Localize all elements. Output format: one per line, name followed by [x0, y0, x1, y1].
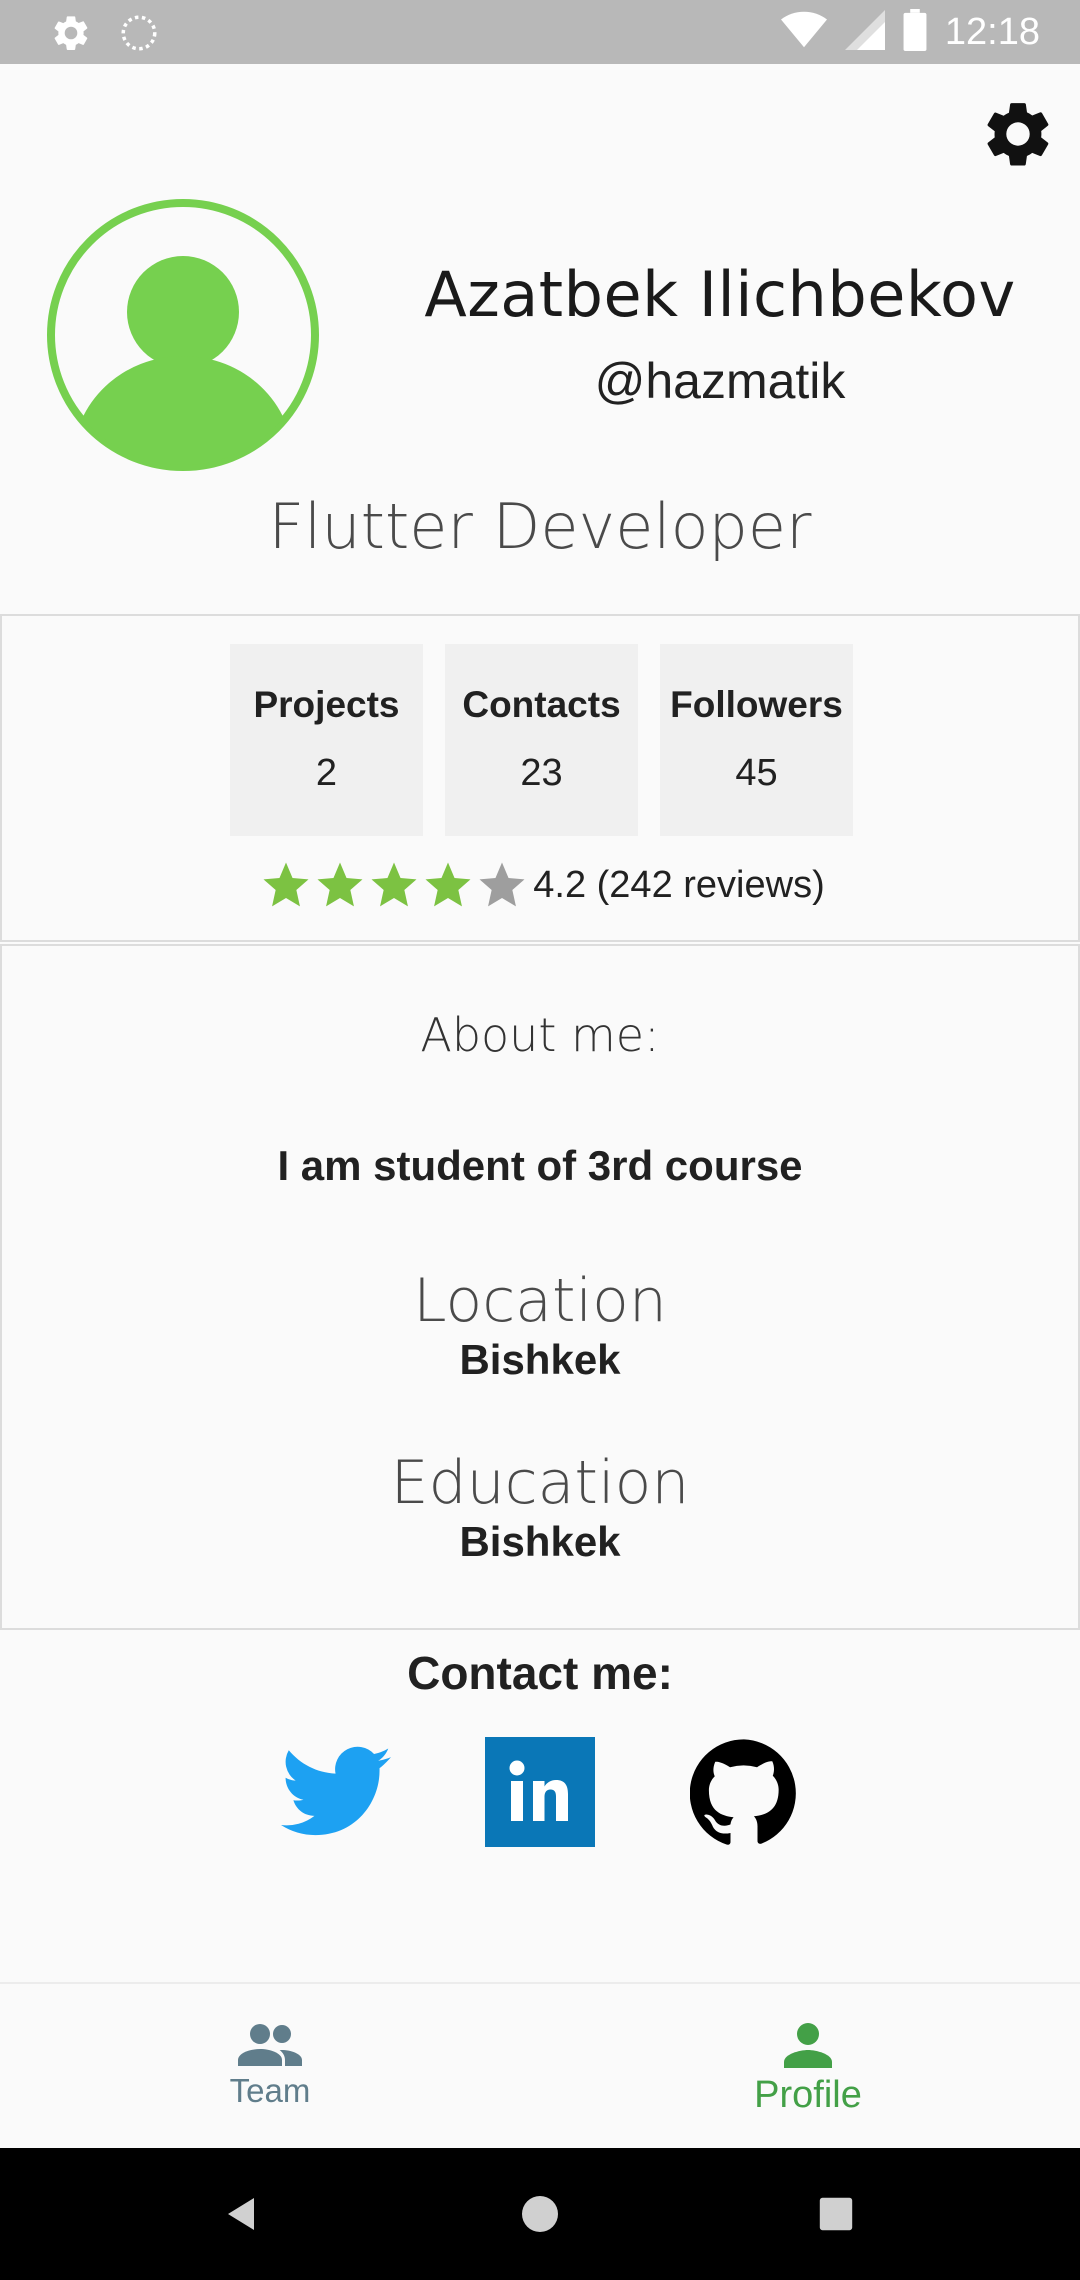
- stat-label: Followers: [670, 684, 843, 725]
- status-right-group: 12:18: [780, 0, 1040, 64]
- stat-label: Projects: [253, 684, 400, 725]
- about-text: I am student of 3rd course: [277, 1142, 803, 1189]
- app-root: 12:18 Azatbek Ilichbekov @hazmatik Flutt…: [0, 0, 1080, 2280]
- rating-stars: [259, 858, 529, 912]
- profile-name: Azatbek Ilichbekov: [424, 258, 1016, 331]
- recents-square-icon: [819, 2197, 853, 2231]
- linkedin-icon: [485, 1737, 595, 1847]
- star-filled-icon: [317, 862, 363, 907]
- system-nav-bar: [0, 2148, 1080, 2280]
- status-time: 12:18: [944, 10, 1040, 53]
- location-title: Location: [413, 1266, 667, 1336]
- star-filled-icon: [263, 862, 309, 907]
- github-icon: [690, 1739, 796, 1845]
- stat-label: Contacts: [462, 684, 621, 725]
- star-empty-icon: [479, 862, 525, 907]
- github-link[interactable]: [688, 1736, 800, 1848]
- group-icon: [238, 2024, 302, 2066]
- education-title: Education: [390, 1448, 690, 1518]
- twitter-icon: [281, 1746, 391, 1836]
- status-bar: 12:18: [0, 0, 1080, 64]
- signal-icon: [844, 9, 885, 55]
- person-icon: [784, 2023, 832, 2068]
- stats-row: Projects 2 Contacts 23 Followers 45: [230, 644, 853, 836]
- education-value: Bishkek: [459, 1518, 621, 1565]
- rating-row: 4.2 (242 reviews): [2, 858, 1080, 912]
- profile-role: Flutter Developer: [268, 490, 812, 563]
- twitter-link[interactable]: [280, 1736, 392, 1848]
- contact-title: Contact me:: [407, 1647, 673, 1699]
- rating-text: 4.2 (242 reviews): [533, 863, 825, 906]
- linkedin-link[interactable]: [484, 1736, 596, 1848]
- nav-label-profile: Profile: [754, 2074, 862, 2116]
- home-button[interactable]: [510, 2184, 570, 2244]
- wifi-icon: [780, 10, 827, 55]
- user-avatar-icon: [47, 199, 319, 471]
- sync-icon: [118, 12, 160, 59]
- back-triangle-icon: [228, 2198, 254, 2230]
- avatar[interactable]: [44, 196, 322, 474]
- home-circle-icon: [522, 2196, 558, 2232]
- back-button[interactable]: [212, 2184, 272, 2244]
- stat-contacts[interactable]: Contacts 23: [445, 644, 638, 836]
- about-card: About me: I am student of 3rd course Loc…: [0, 944, 1080, 1630]
- stats-card: Projects 2 Contacts 23 Followers 45 4.2 …: [0, 614, 1080, 942]
- star-filled-icon: [371, 862, 417, 907]
- nav-item-profile[interactable]: Profile: [658, 1984, 958, 2150]
- location-value: Bishkek: [459, 1336, 621, 1383]
- stat-value: 45: [735, 752, 778, 794]
- about-title: About me:: [420, 1008, 660, 1062]
- stat-followers[interactable]: Followers 45: [660, 644, 853, 836]
- settings-button[interactable]: [978, 96, 1058, 176]
- star-filled-icon: [425, 862, 471, 907]
- settings-icon: [50, 12, 92, 59]
- stat-value: 23: [520, 752, 563, 794]
- stat-projects[interactable]: Projects 2: [230, 644, 423, 836]
- nav-item-team[interactable]: Team: [120, 1984, 420, 2150]
- profile-handle: @hazmatik: [594, 353, 846, 409]
- nav-label-team: Team: [229, 2072, 311, 2109]
- stat-value: 2: [315, 752, 338, 794]
- gear-icon: [979, 95, 1057, 178]
- battery-icon: [903, 8, 927, 56]
- bottom-nav: Team Profile: [0, 1982, 1080, 2148]
- recents-button[interactable]: [806, 2184, 866, 2244]
